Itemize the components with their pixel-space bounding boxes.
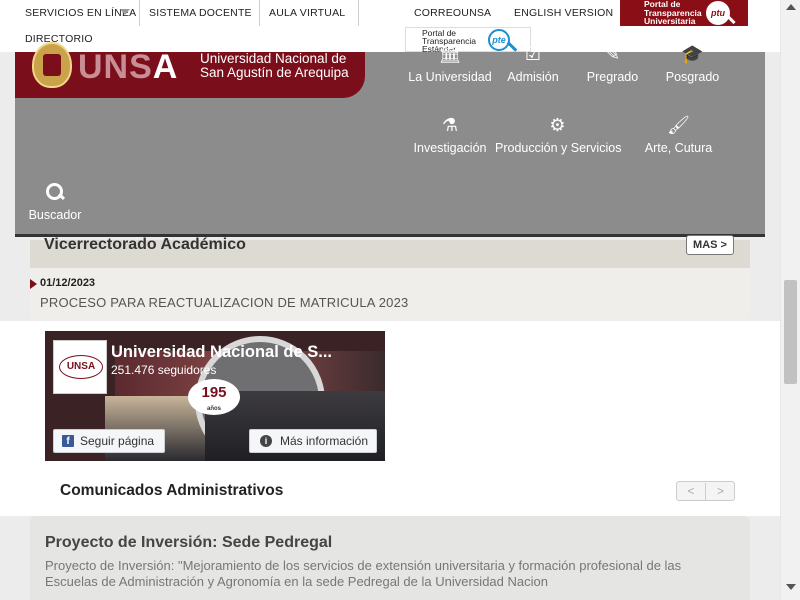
- english-version-link[interactable]: ENGLISH VERSION: [514, 7, 613, 19]
- ptu-label: Portal de Transparencia Universitaria: [644, 0, 702, 26]
- nav-pregrado[interactable]: ✎ Pregrado: [580, 44, 645, 84]
- page-avatar[interactable]: UNSA: [53, 340, 107, 394]
- brand-logo[interactable]: UNSA Universidad Nacional de San Agustín…: [15, 42, 365, 98]
- institution-icon: 🏛: [438, 44, 462, 64]
- aula-virtual-link[interactable]: AULA VIRTUAL: [269, 7, 345, 19]
- correo-unsa-link[interactable]: CORREOUNSA: [414, 7, 491, 19]
- scroll-down-arrow-icon[interactable]: [786, 584, 796, 590]
- nav-la-universidad[interactable]: 🏛 La Universidad: [395, 44, 505, 84]
- scrollbar-thumb[interactable]: [784, 280, 797, 384]
- scroll-up-arrow-icon[interactable]: [786, 4, 796, 10]
- project-card[interactable]: Proyecto de Inversión: Sede Pedregal Pro…: [30, 516, 750, 600]
- ptu-logo-icon: ptu: [706, 1, 730, 25]
- bullet-triangle-icon: [30, 279, 37, 289]
- panel-title: Vicerrectorado Académico: [44, 236, 246, 253]
- unsa-wordmark: UNSA: [78, 48, 179, 86]
- anniversary-badge: 195 años: [188, 379, 240, 415]
- nav-arte-cultura[interactable]: 🖌 Arte, Cutura: [640, 115, 717, 155]
- search-button[interactable]: Buscador: [25, 182, 85, 222]
- nav-produccion-servicios[interactable]: ⚙ Producción y Servicios: [495, 115, 621, 155]
- vertical-scrollbar[interactable]: [780, 0, 800, 600]
- facebook-page-widget[interactable]: 195 años UNSA Universidad Nacional de S..…: [45, 331, 385, 461]
- pencil-icon: ✎: [604, 44, 621, 64]
- page: SERVICIOS EN LÍNEA SISTEMA DOCENTE AULA …: [0, 0, 800, 600]
- edit-icon: ☑: [524, 44, 542, 64]
- main-header: UNSA Universidad Nacional de San Agustín…: [15, 42, 765, 237]
- nav-investigacion[interactable]: ⚗ Investigación: [395, 115, 505, 155]
- followers-count: 251.476 seguidores: [111, 363, 217, 377]
- more-info-button[interactable]: i Más información: [249, 429, 377, 453]
- flask-icon: ⚗: [441, 115, 459, 135]
- graduation-cap-icon: 🎓: [681, 44, 704, 64]
- facebook-icon: f: [62, 435, 74, 447]
- news-item-link[interactable]: PROCESO PARA REACTUALIZACION DE MATRICUL…: [40, 295, 408, 310]
- unsa-logo-icon: UNSA: [59, 355, 103, 379]
- section-title: Comunicados Administrativos: [60, 482, 284, 499]
- info-icon: i: [260, 435, 272, 447]
- carousel-pager: < >: [676, 481, 735, 501]
- divider: [259, 0, 260, 26]
- more-button[interactable]: MAS >: [686, 235, 734, 255]
- follow-page-button[interactable]: f Seguir página: [53, 429, 165, 453]
- brush-icon: 🖌: [667, 115, 690, 135]
- panel-header: Vicerrectorado Académico MAS >: [30, 235, 750, 268]
- facebook-page-name[interactable]: Universidad Nacional de S...: [111, 343, 332, 362]
- nav-posgrado[interactable]: 🎓 Posgrado: [660, 44, 725, 84]
- gears-icon: ⚙: [549, 115, 566, 135]
- portal-transparencia-universitaria-link[interactable]: Portal de Transparencia Universitaria pt…: [620, 0, 748, 26]
- prev-button[interactable]: <: [677, 483, 706, 501]
- divider: [139, 0, 140, 26]
- university-seal-icon: [32, 42, 72, 88]
- university-name: Universidad Nacional de San Agustín de A…: [200, 51, 349, 80]
- nav-admision[interactable]: ☑ Admisión: [502, 44, 564, 84]
- chevron-down-icon[interactable]: [120, 9, 130, 15]
- news-date: 01/12/2023: [40, 277, 96, 289]
- project-title[interactable]: Proyecto de Inversión: Sede Pedregal: [45, 534, 332, 552]
- search-icon: [45, 182, 65, 202]
- next-button[interactable]: >: [706, 483, 735, 501]
- sistema-docente-link[interactable]: SISTEMA DOCENTE: [149, 7, 252, 19]
- divider: [358, 0, 359, 26]
- project-description: Proyecto de Inversión: "Mejoramiento de …: [45, 558, 682, 589]
